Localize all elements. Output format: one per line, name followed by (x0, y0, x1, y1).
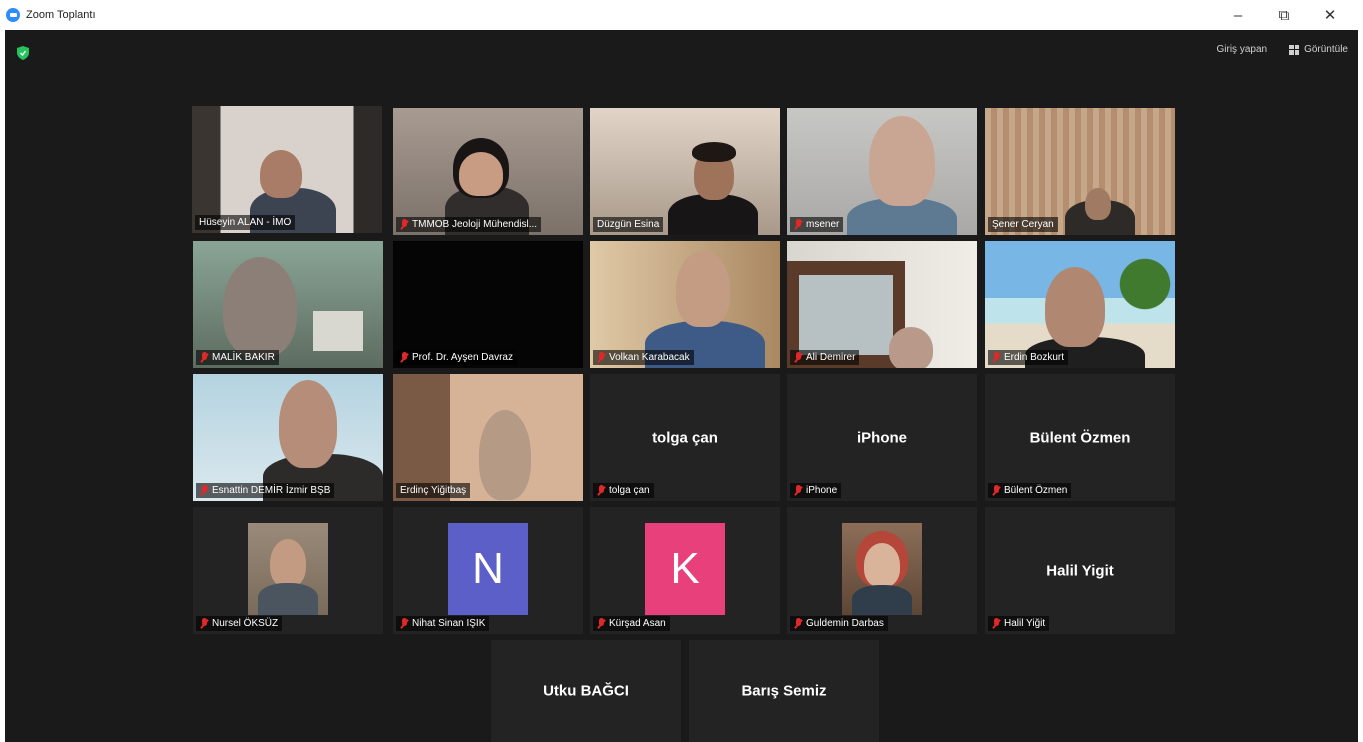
mic-muted-icon (200, 618, 209, 629)
restore-button[interactable]: ⧉ (1261, 7, 1307, 24)
view-label: Görüntüle (1304, 44, 1348, 55)
participant-name: TMMOB Jeoloji Mühendisl... (396, 217, 542, 232)
participant-name: Nihat Sinan IŞIK (396, 616, 490, 631)
video-tile[interactable]: K Kürşad Asan (590, 507, 780, 634)
participant-name: Volkan Karabacak (593, 350, 694, 365)
participant-name: Erdin Bozkurt (988, 350, 1069, 365)
signed-in-label[interactable]: Giriş yapan (1217, 44, 1268, 55)
video-tile[interactable]: Volkan Karabacak (590, 241, 780, 368)
participant-name: Bülent Özmen (988, 483, 1072, 498)
security-shield-icon[interactable] (17, 46, 29, 60)
participant-display-name: iPhone (856, 429, 907, 446)
participant-name: tolga çan (593, 483, 654, 498)
mic-muted-icon (794, 219, 803, 230)
video-tile[interactable]: Erdin Bozkurt (985, 241, 1175, 368)
video-tile[interactable]: iPhone iPhone (787, 374, 977, 501)
video-tile[interactable]: Ali Demirer (787, 241, 977, 368)
avatar (842, 523, 922, 615)
meeting-stage: Giriş yapan Görüntüle Hüseyin ALAN - İMO… (5, 30, 1358, 742)
participant-display-name: tolga çan (652, 429, 718, 446)
participant-name: Erdinç Yiğitbaş (396, 483, 471, 498)
video-tile[interactable]: Düzgün Esina (590, 108, 780, 235)
mic-muted-icon (794, 352, 803, 363)
participant-name: Düzgün Esina (593, 217, 664, 232)
avatar (248, 523, 328, 615)
participant-display-name: Utku BAĞCI (543, 682, 629, 700)
mic-muted-icon (992, 352, 1001, 363)
mic-muted-icon (200, 352, 209, 363)
participant-display-name: Halil Yigit (1046, 562, 1114, 579)
participant-name: Hüseyin ALAN - İMO (195, 215, 296, 230)
mic-muted-icon (992, 485, 1001, 496)
zoom-logo-icon (6, 8, 20, 22)
avatar: K (645, 523, 725, 615)
view-button[interactable]: Görüntüle (1289, 44, 1348, 55)
close-button[interactable]: ✕ (1307, 6, 1353, 24)
video-tile[interactable]: Utku BAĞCI (491, 640, 681, 742)
participant-name: Ali Demirer (790, 350, 860, 365)
mic-muted-icon (794, 618, 803, 629)
video-tile[interactable]: Bülent Özmen Bülent Özmen (985, 374, 1175, 501)
video-tile[interactable]: Nursel ÖKSÜZ (193, 507, 383, 634)
video-tile[interactable]: tolga çan tolga çan (590, 374, 780, 501)
participant-display-name: Barış Semiz (741, 682, 827, 700)
participant-name: Prof. Dr. Ayşen Davraz (396, 350, 517, 365)
mic-muted-icon (597, 618, 606, 629)
video-tile[interactable]: Halil Yigit Halil Yiğit (985, 507, 1175, 634)
window-title: Zoom Toplantı (26, 9, 96, 21)
mic-muted-icon (400, 352, 409, 363)
mic-muted-icon (597, 352, 606, 363)
minimize-button[interactable]: – (1215, 7, 1261, 24)
mic-muted-icon (794, 485, 803, 496)
participant-name: Esnattin DEMİR İzmir BŞB (196, 483, 335, 498)
mic-muted-icon (597, 485, 606, 496)
participant-name: msener (790, 217, 844, 232)
participant-name: Guldemin Darbas (790, 616, 888, 631)
video-tile[interactable]: msener (787, 108, 977, 235)
mic-muted-icon (200, 485, 209, 496)
participant-name: Kürşad Asan (593, 616, 670, 631)
video-tile[interactable]: TMMOB Jeoloji Mühendisl... (393, 108, 583, 235)
video-tile[interactable]: N Nihat Sinan IŞIK (393, 507, 583, 634)
avatar: N (448, 523, 528, 615)
video-tile[interactable]: Şener Ceryan (985, 108, 1175, 235)
video-tile[interactable]: Erdinç Yiğitbaş (393, 374, 583, 501)
video-tile[interactable]: Hüseyin ALAN - İMO (192, 106, 382, 233)
title-bar: Zoom Toplantı – ⧉ ✕ (0, 0, 1363, 30)
mic-muted-icon (400, 219, 409, 230)
grid-view-icon (1289, 44, 1300, 55)
participant-name: Şener Ceryan (988, 217, 1058, 232)
participant-name: Halil Yiğit (988, 616, 1050, 631)
video-tile[interactable]: Prof. Dr. Ayşen Davraz (393, 241, 583, 368)
mic-muted-icon (992, 618, 1001, 629)
mic-muted-icon (400, 618, 409, 629)
participant-display-name: Bülent Özmen (1029, 429, 1131, 446)
participant-name: MALİK BAKIR (196, 350, 279, 365)
video-tile[interactable]: MALİK BAKIR (193, 241, 383, 368)
video-tile[interactable]: Guldemin Darbas (787, 507, 977, 634)
video-tile[interactable]: Barış Semiz (689, 640, 879, 742)
participant-name: Nursel ÖKSÜZ (196, 616, 283, 631)
video-tile[interactable]: Esnattin DEMİR İzmir BŞB (193, 374, 383, 501)
participant-name: iPhone (790, 483, 842, 498)
